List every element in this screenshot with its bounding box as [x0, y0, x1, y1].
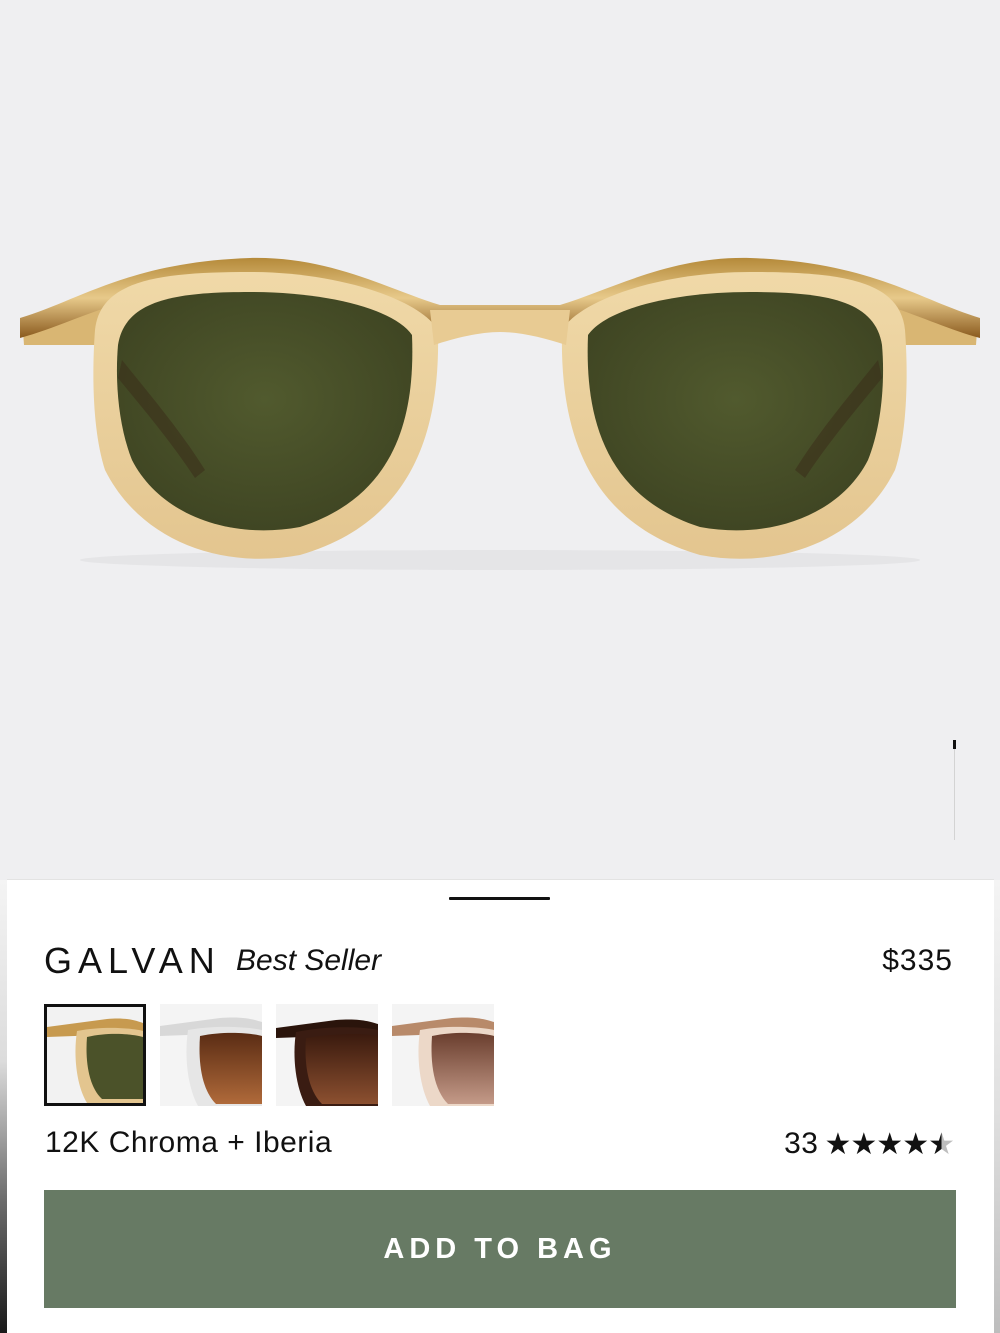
star-icon: ★ [850, 1127, 877, 1161]
product-details-sheet: GALVAN Best Seller $335 12K Chroma + Ibe… [7, 879, 994, 1333]
background-edge-right [994, 880, 1000, 1333]
sheet-drag-handle[interactable] [449, 897, 550, 900]
add-to-bag-button[interactable]: ADD TO BAG [44, 1190, 956, 1308]
swatch-3-thumbnail [276, 1004, 378, 1106]
product-image-carousel[interactable] [0, 0, 1000, 880]
color-swatch-2[interactable] [160, 1004, 262, 1106]
color-swatch-1[interactable] [44, 1004, 146, 1106]
rating-stars: ★★★★★ [824, 1127, 955, 1162]
review-count: 33 [784, 1127, 819, 1160]
star-icon: ★ [824, 1127, 851, 1161]
swatch-1-thumbnail [47, 1007, 143, 1103]
sunglasses-product-image [20, 257, 980, 570]
color-swatch-4[interactable] [392, 1004, 494, 1106]
scroll-track [954, 740, 955, 840]
star-icon: ★ [876, 1127, 903, 1161]
product-price: $335 [882, 944, 953, 977]
swatch-2-thumbnail [160, 1004, 262, 1106]
scroll-thumb[interactable] [953, 740, 956, 749]
product-page: GALVAN Best Seller $335 12K Chroma + Ibe… [0, 0, 1000, 1333]
product-title: GALVAN [44, 940, 221, 981]
background-edge-left [0, 880, 7, 1333]
half-star-icon: ★ [928, 1127, 955, 1161]
product-rating[interactable]: 33 ★★★★★ [784, 1126, 955, 1162]
star-icon: ★ [902, 1127, 929, 1161]
best-seller-badge: Best Seller [236, 944, 382, 977]
color-swatch-3[interactable] [276, 1004, 378, 1106]
selected-color-name: 12K Chroma + Iberia [45, 1126, 333, 1159]
carousel-scroll-indicator[interactable] [953, 740, 956, 840]
swatch-4-thumbnail [392, 1004, 494, 1106]
